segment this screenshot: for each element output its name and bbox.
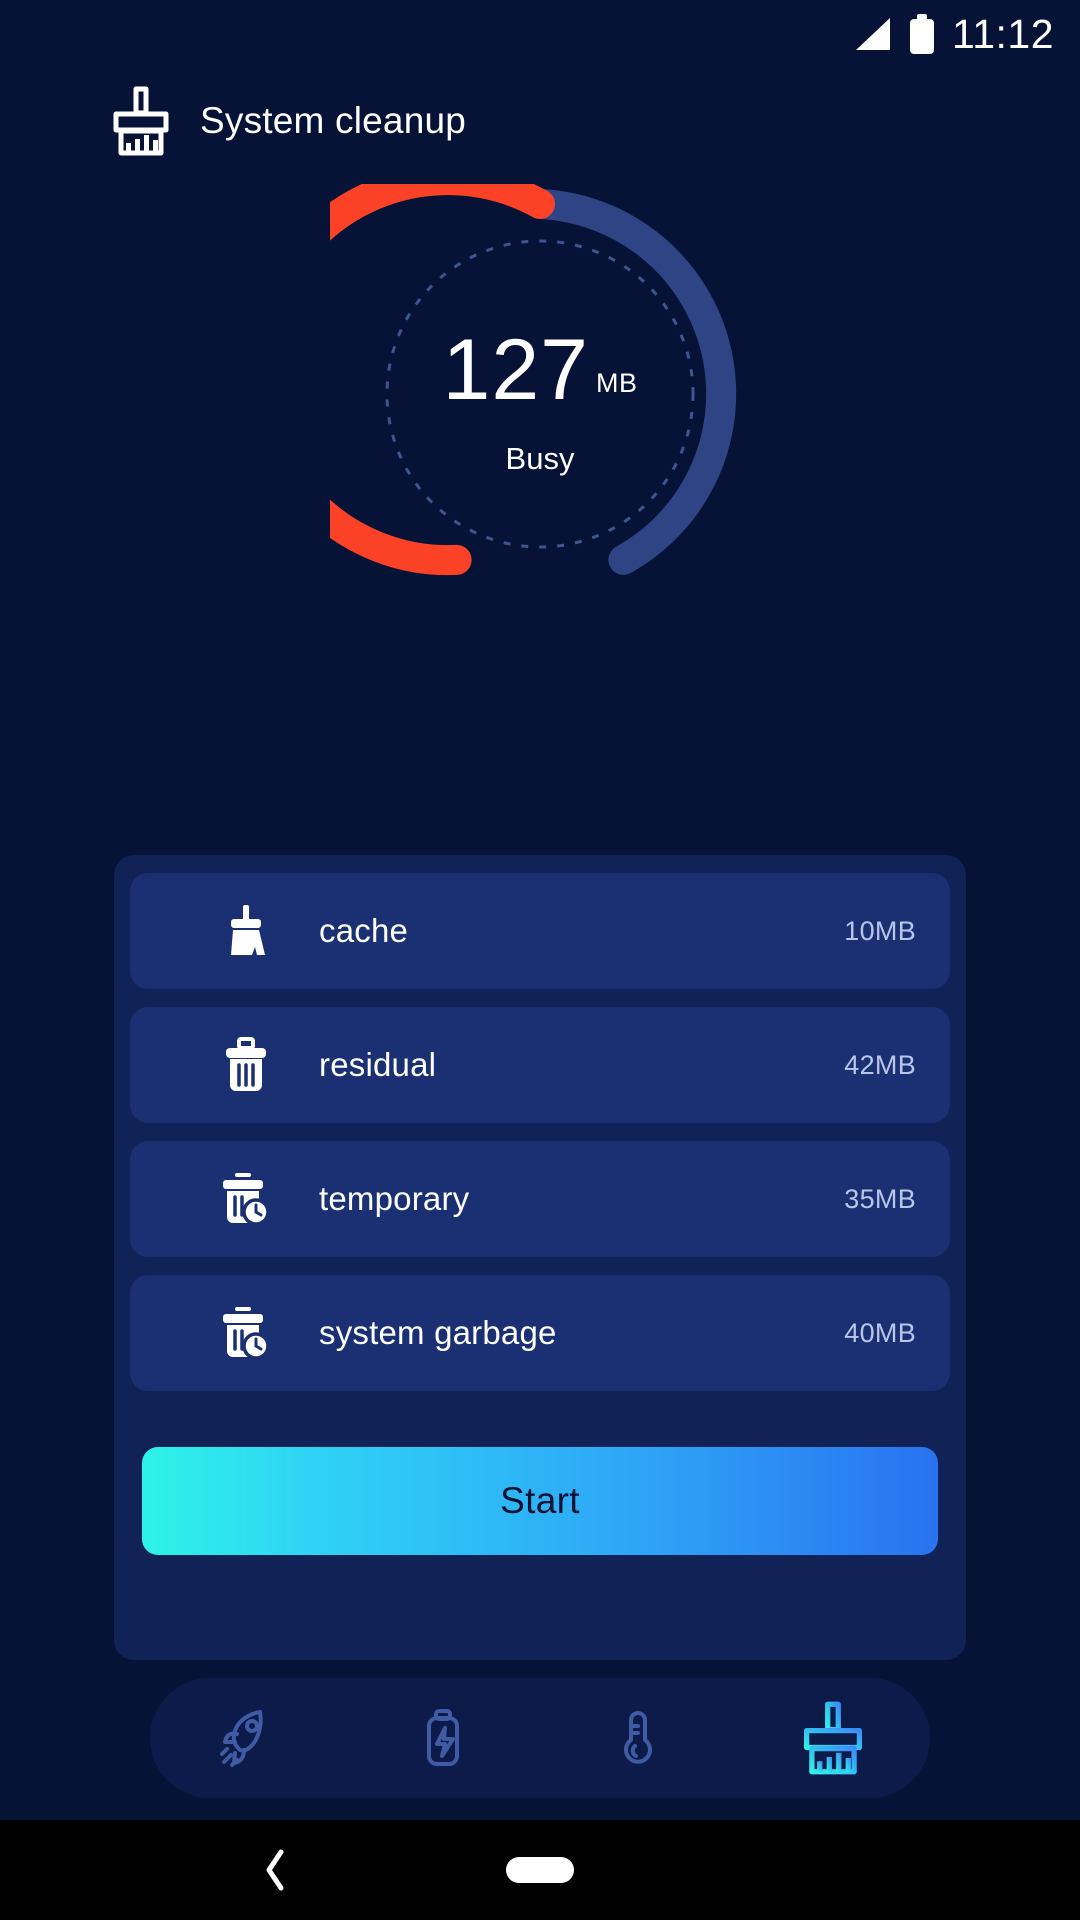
brush-icon [113,86,169,156]
trash-clock-icon [218,1305,274,1361]
home-pill-icon[interactable] [506,1857,574,1883]
nav-item-cleanup[interactable] [735,1678,930,1798]
signal-triangle-icon [855,18,890,50]
thermometer-icon [623,1711,652,1764]
cleanup-panel: cache 10MB residual 42MB temporary 35MB … [114,855,966,1660]
list-item-size: 42MB [844,1049,916,1080]
nav-item-boost[interactable] [150,1678,345,1798]
list-item-size: 35MB [844,1183,916,1214]
battery-full-icon [909,14,934,54]
trash-icon [218,1037,274,1093]
status-bar-clock: 11:12 [951,10,1054,57]
list-item-label: cache [319,912,409,949]
system-navigation-bar [0,1820,1080,1920]
list-item-label: residual [319,1046,437,1083]
gauge-status-label: Busy [505,440,575,476]
app-header: System cleanup [0,68,1080,174]
list-item-label: system garbage [319,1314,557,1351]
list-item-label: temporary [319,1180,470,1217]
gauge-value: 127 [442,322,589,419]
battery-bolt-icon [426,1709,459,1766]
trash-clock-icon [218,1171,274,1227]
nav-item-cooling[interactable] [540,1678,735,1798]
bottom-navigation [150,1678,930,1798]
page-title: System cleanup [200,100,467,141]
gauge-unit: MB [596,367,638,398]
start-button[interactable]: Start [142,1447,938,1555]
chevron-left-icon[interactable] [255,1846,295,1894]
cleanup-list: cache 10MB residual 42MB temporary 35MB … [130,873,950,1391]
app-screen: 11:12 System cleanup 127 MB Busy cache 1… [0,0,1080,1920]
nav-item-power[interactable] [345,1678,540,1798]
rocket-icon [219,1710,263,1767]
list-item[interactable]: cache 10MB [130,873,950,989]
list-item[interactable]: residual 42MB [130,1007,950,1123]
brush-icon [803,1701,862,1775]
list-item[interactable]: system garbage 40MB [130,1275,950,1391]
broom-icon [218,903,274,959]
list-item[interactable]: temporary 35MB [130,1141,950,1257]
list-item-size: 40MB [844,1317,916,1348]
storage-gauge: 127 MB Busy [0,174,1080,674]
status-bar: 11:12 [0,0,1080,68]
list-item-size: 10MB [844,915,916,946]
